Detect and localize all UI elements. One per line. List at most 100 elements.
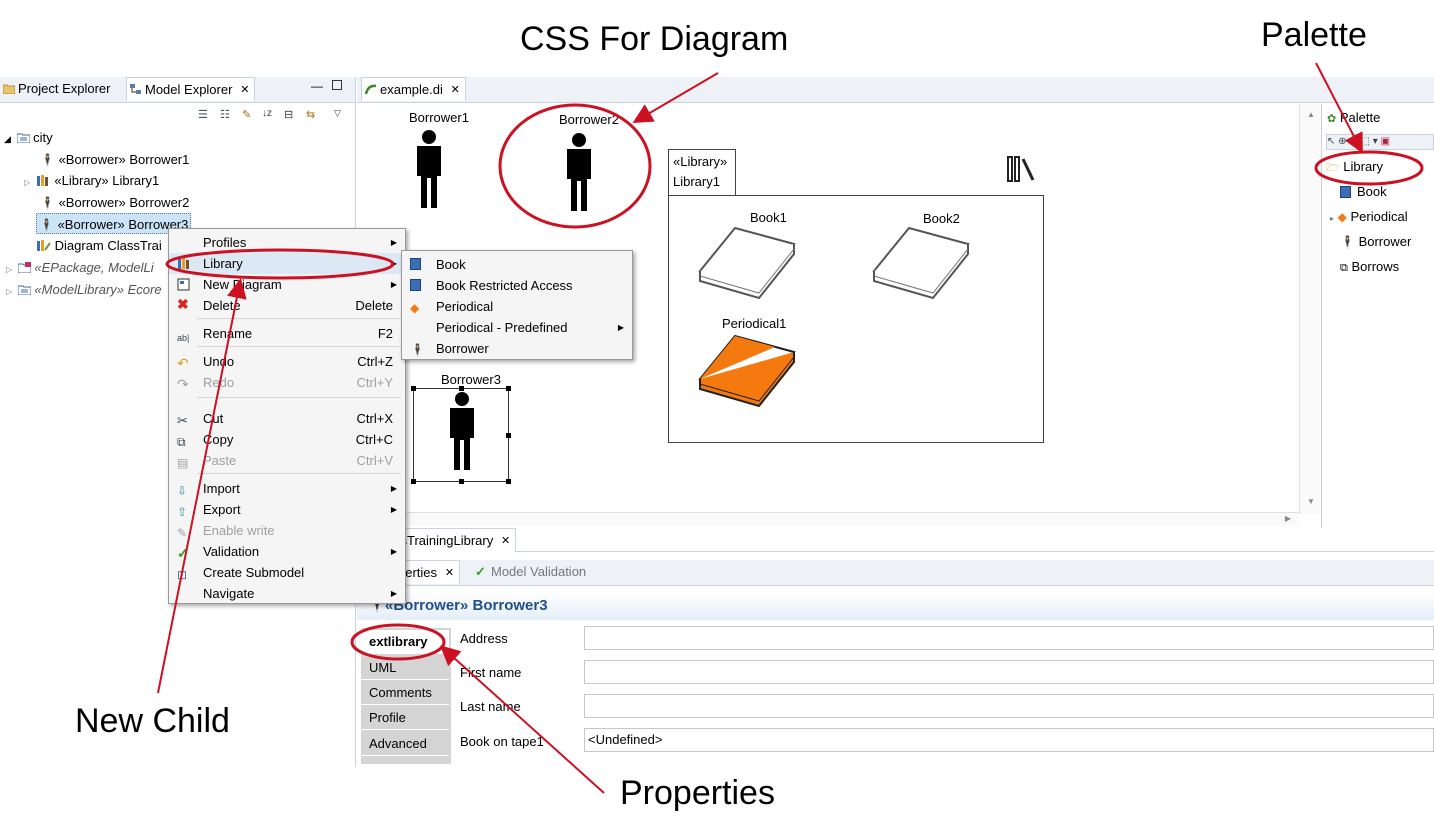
menu-item-copy[interactable]: ⧉ Copy Ctrl+C	[169, 429, 405, 450]
library-header[interactable]: «Library» Library1	[668, 149, 736, 195]
menu-item-profiles[interactable]: Profiles ▶	[169, 232, 405, 253]
dropdown-icon[interactable]: ▾	[1373, 136, 1378, 147]
marquee-icon[interactable]: ⬚	[1361, 136, 1370, 147]
menu-item-create-submodel[interactable]: ⊡ Create Submodel	[169, 562, 405, 583]
list-view-icon[interactable]: ☰	[198, 108, 208, 121]
palette-item-periodical[interactable]: ▸ ◆ Periodical	[1330, 206, 1408, 228]
properties-heading: «Borrower» Borrower3	[385, 597, 548, 614]
tab-model-validation[interactable]: ✓ Model Validation	[473, 560, 592, 584]
close-icon[interactable]: ✕	[501, 529, 510, 553]
side-tab-comments[interactable]: Comments	[361, 681, 449, 705]
tab-project-explorer[interactable]: Project Explorer	[0, 77, 116, 101]
resize-handle[interactable]	[506, 479, 511, 484]
borrower1-figure[interactable]	[412, 130, 446, 210]
collapsed-arrow-icon[interactable]: ▷	[24, 178, 30, 187]
book2-figure[interactable]	[871, 226, 971, 316]
tree-item-borrower2[interactable]: 🕴 «Borrower» Borrower2	[40, 192, 189, 213]
submenu-item-periodical[interactable]: ◆ Periodical	[402, 296, 632, 317]
palette-item-borrower[interactable]: 🕴 Borrower	[1340, 231, 1411, 253]
menu-item-rename[interactable]: ab| Rename F2	[169, 323, 405, 344]
menu-item-navigate[interactable]: Navigate ▶	[169, 583, 405, 604]
resize-handle[interactable]	[411, 386, 416, 391]
resize-handle[interactable]	[459, 479, 464, 484]
menu-item-redo[interactable]: ↷ Redo Ctrl+Y	[169, 372, 405, 393]
sort-icon[interactable]: ↓z	[262, 108, 272, 119]
submenu-item-borrower[interactable]: 🕴 Borrower	[402, 338, 632, 359]
book-on-tape-label: Book on tape1	[460, 734, 544, 749]
zoom-in-icon[interactable]: ⊕	[1338, 136, 1346, 147]
cut-icon: ✂	[177, 413, 188, 428]
palette-item-book[interactable]: Book	[1340, 181, 1387, 203]
submenu-arrow-icon: ▶	[390, 484, 397, 493]
last-name-field[interactable]	[584, 694, 1434, 718]
expanded-arrow-icon[interactable]: ◢	[4, 134, 11, 144]
vertical-scrollbar[interactable]: ▲ ▼	[1299, 104, 1321, 514]
menu-item-shortcut: Ctrl+V	[356, 453, 393, 468]
filter-icon[interactable]: ✎	[242, 108, 251, 121]
tab-label: example.di	[380, 82, 443, 97]
side-tab-profile[interactable]: Profile	[361, 706, 449, 730]
palette-item-borrows[interactable]: ⧉ Borrows	[1340, 256, 1399, 278]
zoom-out-icon[interactable]: ⊖	[1349, 136, 1357, 147]
tree-item-city[interactable]: ◢ city	[4, 127, 53, 148]
book1-figure[interactable]	[697, 226, 797, 316]
view-menu-icon[interactable]: ▽	[334, 108, 341, 119]
tree-item-modellibrary[interactable]: ▷ «ModelLibrary» Ecore	[6, 279, 162, 300]
menu-item-cut[interactable]: ✂ Cut Ctrl+X	[169, 408, 405, 429]
menu-item-undo[interactable]: ↶ Undo Ctrl+Z	[169, 351, 405, 372]
menu-item-import[interactable]: ⇩ Import ▶	[169, 478, 405, 499]
tree-item-diagram[interactable]: Diagram ClassTrai	[36, 235, 162, 256]
tab-example-di[interactable]: example.di ✕	[361, 77, 466, 101]
palette-list: 🗁 Library Book ▸ ◆ Periodical 🕴 Borrower…	[1322, 156, 1434, 296]
link-editor-icon[interactable]: ⇆	[306, 108, 315, 121]
resize-handle[interactable]	[459, 386, 464, 391]
editor-tabbar: example.di ✕	[357, 77, 1434, 103]
tree-item-library1[interactable]: ▷ «Library» Library1	[24, 170, 159, 191]
tree-item-borrower1[interactable]: 🕴 «Borrower» Borrower1	[40, 149, 189, 170]
collapsed-arrow-icon[interactable]: ▷	[6, 265, 12, 274]
note-tool-icon[interactable]: ▣	[1381, 136, 1390, 147]
tree-view-icon[interactable]: ☷	[220, 108, 230, 121]
borrower3-figure[interactable]	[445, 392, 479, 472]
horizontal-scrollbar[interactable]: ▶	[357, 512, 1299, 526]
borrower2-figure[interactable]	[562, 133, 596, 213]
first-name-field[interactable]	[584, 660, 1434, 684]
maximize-icon[interactable]	[332, 80, 342, 90]
close-icon[interactable]: ✕	[240, 78, 249, 102]
menu-item-new-diagram[interactable]: New Diagram ▶	[169, 274, 405, 295]
scroll-right-icon[interactable]: ▶	[1285, 514, 1291, 523]
select-tool-icon[interactable]: ↖	[1327, 136, 1335, 147]
menu-item-delete[interactable]: ✖ Delete Delete	[169, 295, 405, 316]
collapsed-arrow-icon[interactable]: ▷	[6, 287, 12, 296]
menu-item-paste[interactable]: ▤ Paste Ctrl+V	[169, 450, 405, 471]
menu-item-label: Export	[203, 502, 241, 517]
submenu-item-book[interactable]: Book	[402, 254, 632, 275]
tree-item-epackage[interactable]: ▷ «EPackage, ModelLi	[6, 257, 154, 278]
submenu-item-book-restricted[interactable]: Book Restricted Access	[402, 275, 632, 296]
resize-handle[interactable]	[506, 386, 511, 391]
palette-item-library[interactable]: 🗁 Library	[1326, 156, 1383, 178]
scroll-down-icon[interactable]: ▼	[1307, 497, 1315, 506]
menu-item-validation[interactable]: ✓ Validation ▶	[169, 541, 405, 562]
menu-item-enable-write[interactable]: ✎ Enable write	[169, 520, 405, 541]
side-tab-extlibrary[interactable]: extlibrary	[361, 630, 449, 654]
tab-model-explorer[interactable]: Model Explorer ✕	[126, 77, 256, 102]
resize-handle[interactable]	[506, 433, 511, 438]
scroll-up-icon[interactable]: ▲	[1307, 110, 1315, 119]
import-icon: ⇩	[177, 484, 188, 498]
collapsed-arrow-icon[interactable]: ▸	[1330, 214, 1334, 223]
minimize-icon[interactable]: —	[311, 79, 323, 93]
side-tab-uml[interactable]: UML	[361, 656, 449, 680]
collapse-all-icon[interactable]: ⊟	[284, 108, 293, 121]
book-on-tape-field[interactable]: <Undefined>	[584, 728, 1434, 752]
menu-item-export[interactable]: ⇧ Export ▶	[169, 499, 405, 520]
address-field[interactable]	[584, 626, 1434, 650]
resize-handle[interactable]	[411, 479, 416, 484]
borrower1-label: Borrower1	[409, 110, 469, 125]
close-icon[interactable]: ✕	[445, 561, 454, 585]
close-icon[interactable]: ✕	[451, 78, 460, 102]
submenu-item-periodical-predefined[interactable]: Periodical - Predefined ▶	[402, 317, 632, 338]
side-tab-advanced[interactable]: Advanced	[361, 732, 449, 756]
periodical1-figure[interactable]	[697, 334, 797, 424]
menu-item-library[interactable]: Library ▶	[169, 253, 405, 274]
